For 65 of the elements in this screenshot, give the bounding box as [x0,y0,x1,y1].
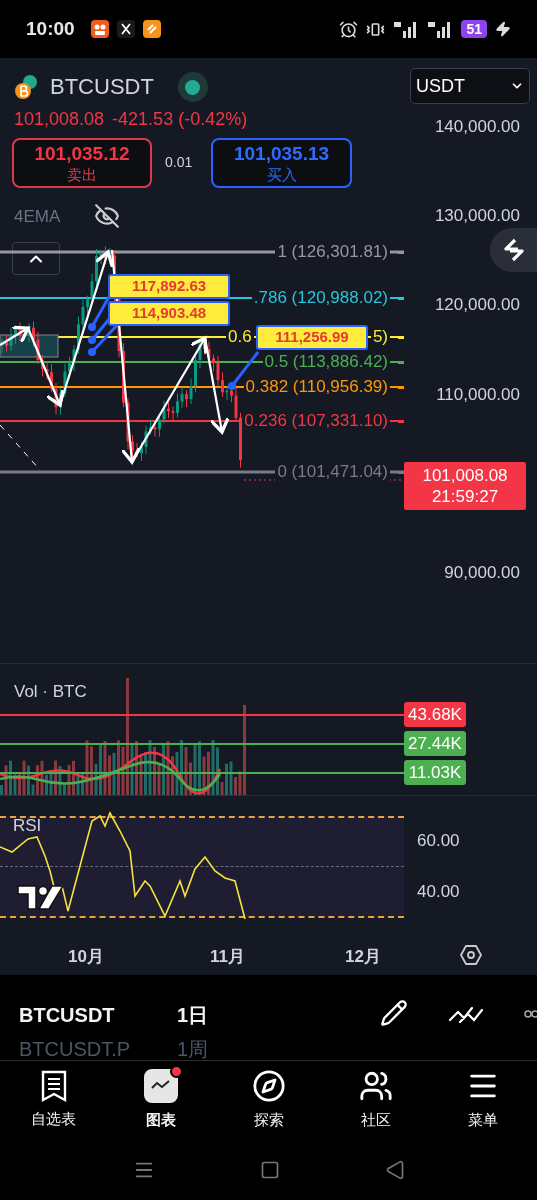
nav-tab[interactable]: 社区 [322,1061,430,1140]
fib-level-label: 0.236 (107,331.10) [242,412,390,430]
candle-countdown: 21:59:27 [431,486,499,507]
price-callout: 111,256.99 [256,325,368,350]
spread-value: 0.01 [165,153,193,172]
app-icon [142,20,161,38]
bitcoin-icon [14,74,38,100]
symbol-name: BTCUSDT [50,76,154,98]
price-axis-label: 90,000.00 [444,563,520,583]
volume-label: Vol · BTC [14,681,87,703]
fib-level-label: 1 (126,301.81) [275,243,390,261]
price-callout: 117,892.63 [108,274,230,299]
hidden-eye-icon[interactable] [94,203,120,229]
volume-level-tag: 43.68K [404,702,466,727]
compass-icon [251,1069,286,1104]
price-axis-label: 120,000.00 [434,295,520,315]
time-axis-label: 11月 [210,946,245,968]
collapse-button[interactable] [12,242,60,275]
rsi-label: RSI [13,815,42,837]
nav-tab[interactable]: 自选表 [0,1061,108,1140]
rsi-axis-label: 60.00 [417,831,460,851]
last-price: 101,008.08 [14,108,105,131]
more-icon[interactable] [524,1009,537,1019]
volume-level-tag: 27.44K [404,731,466,756]
time-axis-label: 12月 [345,946,381,968]
buy-button[interactable]: 101,035.13 买入 [211,138,352,188]
back-icon[interactable] [384,1160,405,1180]
price-axis-label: 110,000.00 [436,385,520,405]
currency-select[interactable]: USDT [410,68,530,104]
fib-level-label: .786 (120,988.02) [251,289,390,307]
fib-level-label: 0 (101,471.04) [275,463,390,481]
pencil-icon[interactable] [380,999,408,1027]
logo-icon [17,884,64,911]
fib-level-label: 5) [370,328,390,346]
fib-level-label: 0.382 (110,956.39) [243,378,390,396]
x-logo-icon [116,20,135,38]
time-axis-label: 10月 [68,946,104,968]
settings-icon[interactable] [459,943,483,967]
price-axis-label: 140,000.00 [434,117,520,137]
nav-tab[interactable]: 图表 [107,1061,215,1140]
price-axis-label: 130,000.00 [434,206,520,226]
rsi-axis-label: 40.00 [417,882,460,902]
alarm-icon [339,19,359,39]
home-icon[interactable] [259,1160,280,1180]
nav-tab[interactable]: 探索 [214,1061,323,1140]
price-callout: 114,903.48 [108,301,230,326]
symbol-list-row[interactable]: BTCUSDT 1日 [0,998,537,1032]
callout-pointer [88,294,112,331]
swap-button[interactable] [490,228,537,272]
row-symbol: BTCUSDT.P [19,1037,132,1060]
last-price-value: 101,008.08 [422,465,508,486]
fib-level-label: 0.5 (113,886.42) [262,353,390,371]
clock-time: 10:00 [26,16,75,41]
app-icon [90,20,109,38]
chart-icon [144,1069,179,1104]
row-interval: 1周 [177,1037,209,1060]
battery-level: 51 [461,20,487,38]
indicator-label: 4EMA [14,206,61,228]
nav-tab[interactable]: 菜单 [429,1061,537,1140]
row-symbol: BTCUSDT [19,1003,116,1028]
row-interval: 1日 [177,1003,209,1028]
sell-button[interactable]: 101,035.12 卖出 [12,138,152,188]
price-change: -421.53 (-0.42%) [112,108,248,131]
volume-level-tag: 11.03K [404,760,466,785]
charging-icon [495,21,511,37]
